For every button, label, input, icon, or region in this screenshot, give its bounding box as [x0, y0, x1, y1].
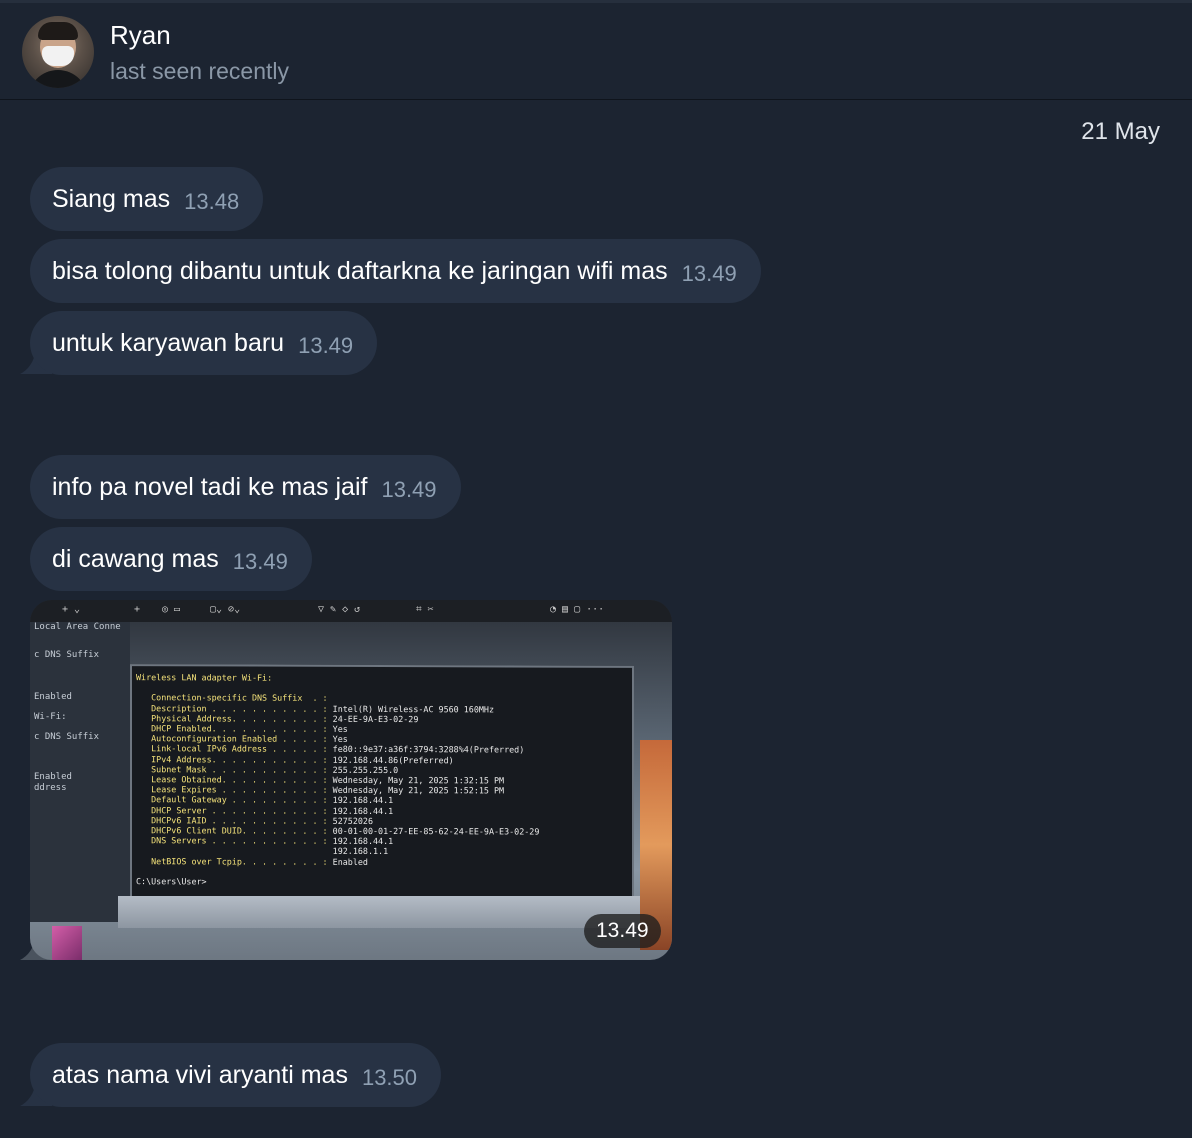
terminal-title: Wireless LAN adapter Wi-Fi:	[136, 672, 273, 683]
message-time: 13.49	[381, 477, 437, 502]
message-time: 13.48	[184, 189, 240, 214]
terminal-prompt: C:\Users\User>	[136, 876, 207, 887]
message-text: Siang mas	[52, 184, 171, 213]
terminal-window: Wireless LAN adapter Wi-Fi: Connection-s…	[130, 664, 634, 900]
avatar-hair	[38, 22, 78, 40]
message-text: bisa tolong dibantu untuk daftarkna ke j…	[52, 256, 668, 285]
side-text: Wi-Fi:	[34, 712, 67, 722]
message-bubble[interactable]: atas nama vivi aryanti mas 13.50	[30, 1043, 442, 1107]
chat-header: Ryan last seen recently	[0, 0, 1192, 100]
terminal-output: Wireless LAN adapter Wi-Fi: Connection-s…	[136, 672, 539, 888]
contact-name[interactable]: Ryan	[110, 20, 171, 51]
monitor-bezel	[118, 896, 648, 928]
message-bubble[interactable]: di cawang mas 13.49	[30, 527, 312, 591]
message-text: info pa novel tadi ke mas jaif	[52, 472, 368, 501]
message-time: 13.50	[361, 1065, 418, 1090]
side-text: ddress	[34, 783, 67, 793]
side-text: Enabled	[34, 772, 72, 782]
message-text: untuk karyawan baru	[52, 328, 285, 357]
contact-avatar[interactable]	[22, 16, 94, 88]
date-separator: 21 May	[1081, 118, 1160, 145]
side-text: c DNS Suffix	[34, 650, 100, 660]
background-object	[52, 926, 82, 960]
side-text: Local Area Conne	[34, 622, 121, 632]
message-text: di cawang mas	[52, 544, 219, 573]
side-text: c DNS Suffix	[34, 732, 100, 742]
message-text: atas nama vivi aryanti mas	[52, 1060, 348, 1089]
message-time: 13.49	[681, 261, 737, 286]
message-bubble[interactable]: bisa tolong dibantu untuk daftarkna ke j…	[30, 239, 761, 303]
top-divider	[0, 0, 1192, 3]
contact-status: last seen recently	[110, 58, 289, 84]
avatar-mask	[42, 46, 74, 66]
side-text: Enabled	[34, 692, 72, 702]
message-bubble[interactable]: untuk karyawan baru 13.49	[30, 311, 378, 375]
message-bubble[interactable]: Siang mas 13.48	[30, 167, 264, 231]
photo-time: 13.49	[584, 914, 661, 948]
message-bubble[interactable]: info pa novel tadi ke mas jaif 13.49	[30, 455, 461, 519]
avatar-body	[28, 70, 88, 88]
terminal-line: NetBIOS over Tcpip. . . . . . . . : Enab…	[136, 855, 368, 867]
photo-side-panel: Local Area Conne c DNS Suffix Enabled Wi…	[30, 622, 130, 922]
message-time: 13.49	[298, 333, 354, 358]
photo-message[interactable]: + ⌄ + ◎ ▭ ▢⌄ ⊘⌄ ▽ ✎ ◇ ↺ ⌗ ✂ ◔ ▤ ▢ ··· Lo…	[30, 600, 672, 960]
message-time: 13.49	[232, 549, 288, 574]
photo-toolbar: + ⌄ + ◎ ▭ ▢⌄ ⊘⌄ ▽ ✎ ◇ ↺ ⌗ ✂ ◔ ▤ ▢ ···	[30, 600, 672, 622]
